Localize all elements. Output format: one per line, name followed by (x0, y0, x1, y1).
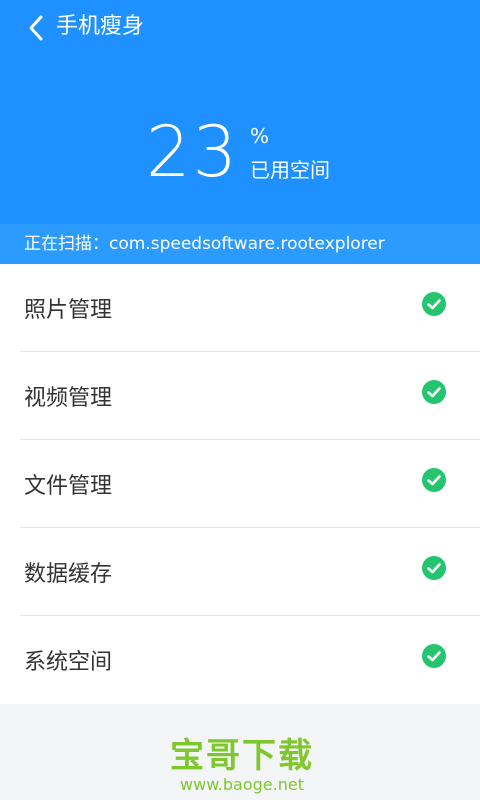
list-item-label: 文件管理 (24, 474, 113, 499)
check-circle-icon (422, 468, 446, 492)
list-item-photo[interactable]: 照片管理 (0, 264, 480, 352)
usage-indicator: 23 % 已用空间 (146, 112, 386, 192)
list-item-video[interactable]: 视频管理 (0, 352, 480, 440)
back-button[interactable] (18, 10, 54, 46)
list-item-cache[interactable]: 数据缓存 (0, 528, 480, 616)
scan-prefix: 正在扫描： (24, 234, 109, 254)
watermark-site: www.baoge.net (180, 775, 304, 794)
list-item-file[interactable]: 文件管理 (0, 440, 480, 528)
scan-target: com.speedsoftware.rootexplorer (109, 234, 385, 254)
scan-status-bar: 正在扫描：com.speedsoftware.rootexplorer (0, 224, 480, 264)
usage-label: 已用空间 (250, 158, 330, 182)
usage-unit: % (250, 124, 270, 148)
usage-value: 23 (146, 111, 240, 193)
page-title: 手机瘦身 (56, 14, 145, 39)
list-item-label: 视频管理 (24, 386, 113, 411)
category-list: 照片管理 视频管理 文件管理 数据缓存 系统空间 (0, 264, 480, 704)
list-item-label: 系统空间 (24, 650, 113, 675)
chevron-left-icon (29, 15, 43, 41)
list-item-label: 照片管理 (24, 298, 113, 323)
list-item-label: 数据缓存 (24, 562, 113, 587)
check-circle-icon (422, 380, 446, 404)
check-circle-icon (422, 556, 446, 580)
watermark-logo: 宝哥下载 www.baoge.net (162, 736, 322, 796)
check-circle-icon (422, 644, 446, 668)
list-item-system[interactable]: 系统空间 (0, 616, 480, 704)
header: 手机瘦身 23 % 已用空间 (0, 0, 480, 224)
watermark-title: 宝哥下载 (170, 736, 314, 776)
check-circle-icon (422, 292, 446, 316)
